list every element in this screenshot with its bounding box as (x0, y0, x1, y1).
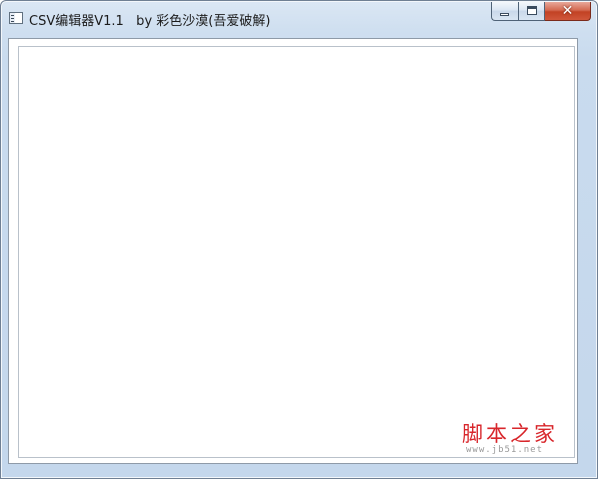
watermark-main-text: 脚本之家 (462, 422, 558, 446)
watermark-url-text: www.jb51.net (466, 445, 544, 455)
window-title: CSV编辑器V1.1 by 彩色沙漠(吾爱破解) (29, 14, 271, 29)
close-button[interactable]: ✕ (545, 2, 591, 21)
title-bar[interactable]: CSV编辑器V1.1 by 彩色沙漠(吾爱破解) ✕ (1, 1, 597, 33)
close-icon: ✕ (561, 3, 574, 19)
minimize-icon (500, 13, 509, 16)
app-window-icon[interactable] (9, 12, 23, 24)
minimize-button[interactable] (491, 2, 518, 21)
maximize-button[interactable] (518, 2, 545, 21)
editor-canvas[interactable] (18, 46, 575, 458)
window-controls: ✕ (491, 2, 591, 22)
watermark: 脚本之家 www.jb51.net (462, 418, 572, 458)
maximize-icon (527, 6, 537, 15)
